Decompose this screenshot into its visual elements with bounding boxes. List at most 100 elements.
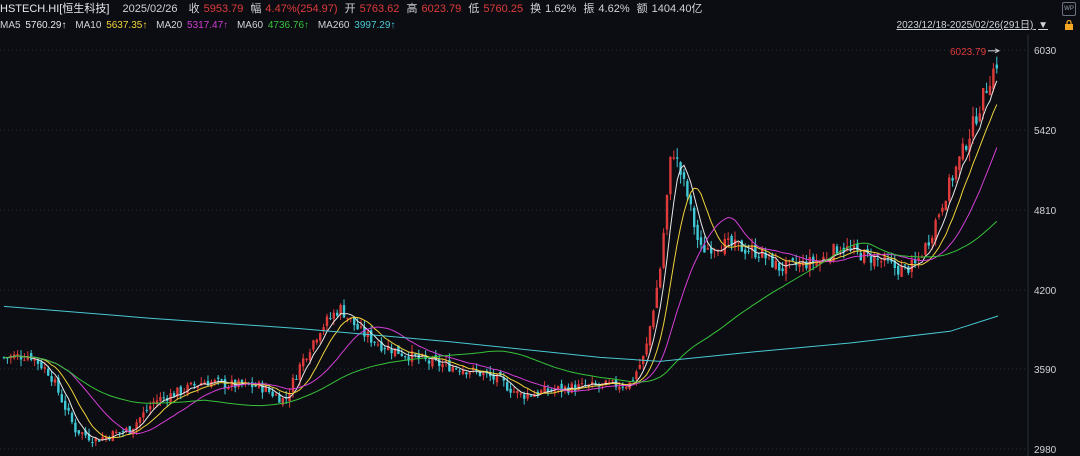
candle-body [482, 372, 485, 376]
candle-body [757, 256, 760, 258]
candle-body [631, 379, 635, 381]
change-label: 幅 [250, 3, 262, 15]
date-range-text: 2023/12/18-2025/02/26(291日) [896, 20, 1034, 31]
candle-body [971, 116, 975, 137]
candle-body [308, 352, 312, 361]
ma60-value: 4736.76↑ [267, 20, 310, 31]
candle-body [298, 364, 301, 380]
candle-body [723, 239, 726, 255]
turnover-value: 1.62% [545, 3, 577, 15]
ma60-label: MA60 [236, 20, 264, 31]
candle-body [305, 358, 308, 360]
ma260-label: MA260 [317, 20, 350, 31]
candle-body [937, 214, 941, 217]
amplitude-value: 4.62% [598, 3, 630, 15]
candle-body [60, 394, 63, 403]
watermark-icon[interactable]: WP [1062, 2, 1076, 16]
candle-body [451, 366, 454, 372]
candle-body [186, 384, 189, 394]
candle-body [761, 249, 764, 258]
candle-body [784, 260, 788, 274]
ma5-value: 5760.29↑ [25, 20, 67, 31]
candle-body [693, 207, 696, 228]
amplitude-label: 振 [583, 3, 595, 15]
candle-body [611, 380, 614, 382]
candle-body [438, 358, 441, 367]
candle-body [638, 365, 641, 369]
candle-body [727, 238, 730, 240]
candle-body [961, 143, 964, 160]
y-tick-label: 3590 [1034, 365, 1057, 376]
lock-icon[interactable] [1064, 20, 1074, 30]
candle-body [621, 386, 624, 388]
candle-body [822, 256, 825, 260]
candle-body [927, 242, 930, 246]
candle-body [771, 253, 774, 268]
candle-body [506, 382, 509, 391]
amount-label: 额 [636, 3, 648, 15]
candle-body [931, 237, 934, 244]
candle-body [359, 326, 363, 328]
candle-body [118, 432, 121, 434]
candle-body [672, 157, 675, 159]
candle-body [897, 265, 900, 275]
candle-body [43, 367, 46, 369]
candle-body [880, 261, 883, 263]
candle-body [302, 358, 305, 367]
candle-body [655, 287, 658, 309]
quote-date: 2025/02/26 [122, 3, 178, 15]
candle-body [526, 393, 529, 399]
candle-body [312, 340, 315, 350]
candle-body [948, 177, 951, 201]
candle-body [744, 249, 747, 254]
ma20-line [3, 147, 998, 435]
candle-body [319, 333, 322, 341]
candle-body [271, 391, 274, 397]
symbol-name[interactable]: HSTECH.HI[恒生科技] [0, 3, 109, 15]
candle-body [400, 353, 403, 357]
candle-body [954, 166, 958, 180]
candle-body [115, 431, 118, 434]
candle-body [220, 379, 223, 381]
candle-body [193, 383, 196, 386]
candle-body [669, 156, 672, 195]
low-value: 5760.25 [483, 3, 524, 15]
candle-body [70, 413, 74, 423]
candle-body [363, 326, 366, 337]
candle-body [625, 386, 628, 389]
candle-body [179, 386, 182, 395]
candle-body [886, 259, 890, 261]
candle-body [98, 440, 101, 442]
candle-body [138, 417, 142, 423]
ma20-value: 5317.47↑ [187, 20, 229, 31]
candle-body [676, 157, 679, 159]
candle-body [376, 344, 380, 346]
close-value: 5953.79 [203, 3, 244, 15]
candle-body [149, 406, 152, 410]
candle-body [903, 264, 907, 266]
candle-body [162, 397, 165, 399]
candle-body [291, 377, 295, 392]
candle-body [699, 237, 703, 245]
candle-body [67, 407, 70, 411]
candle-body [910, 260, 913, 272]
candle-body [390, 348, 393, 354]
low-label: 低 [468, 3, 480, 15]
candle-body [383, 348, 386, 350]
candle-body [427, 360, 431, 364]
candle-body [468, 372, 471, 375]
candlestick-chart[interactable]: 6030 5420 4810 4200 3590 2980 6023.79 [0, 35, 1080, 456]
candle-body [849, 248, 852, 250]
ma5-label: MA5 [0, 20, 21, 31]
candle-body [509, 388, 512, 393]
candle-body [580, 383, 584, 385]
date-range-selector[interactable]: 2023/12/18-2025/02/26(291日) ▼ [897, 19, 1048, 33]
candle-body [278, 394, 281, 403]
candle-body [958, 156, 961, 171]
high-label: 高 [406, 3, 418, 15]
candle-body [53, 379, 57, 383]
candle-body [696, 224, 699, 241]
y-tick-label: 5420 [1034, 126, 1057, 137]
y-tick-label: 4810 [1034, 206, 1057, 217]
ma20-label: MA20 [156, 20, 183, 31]
